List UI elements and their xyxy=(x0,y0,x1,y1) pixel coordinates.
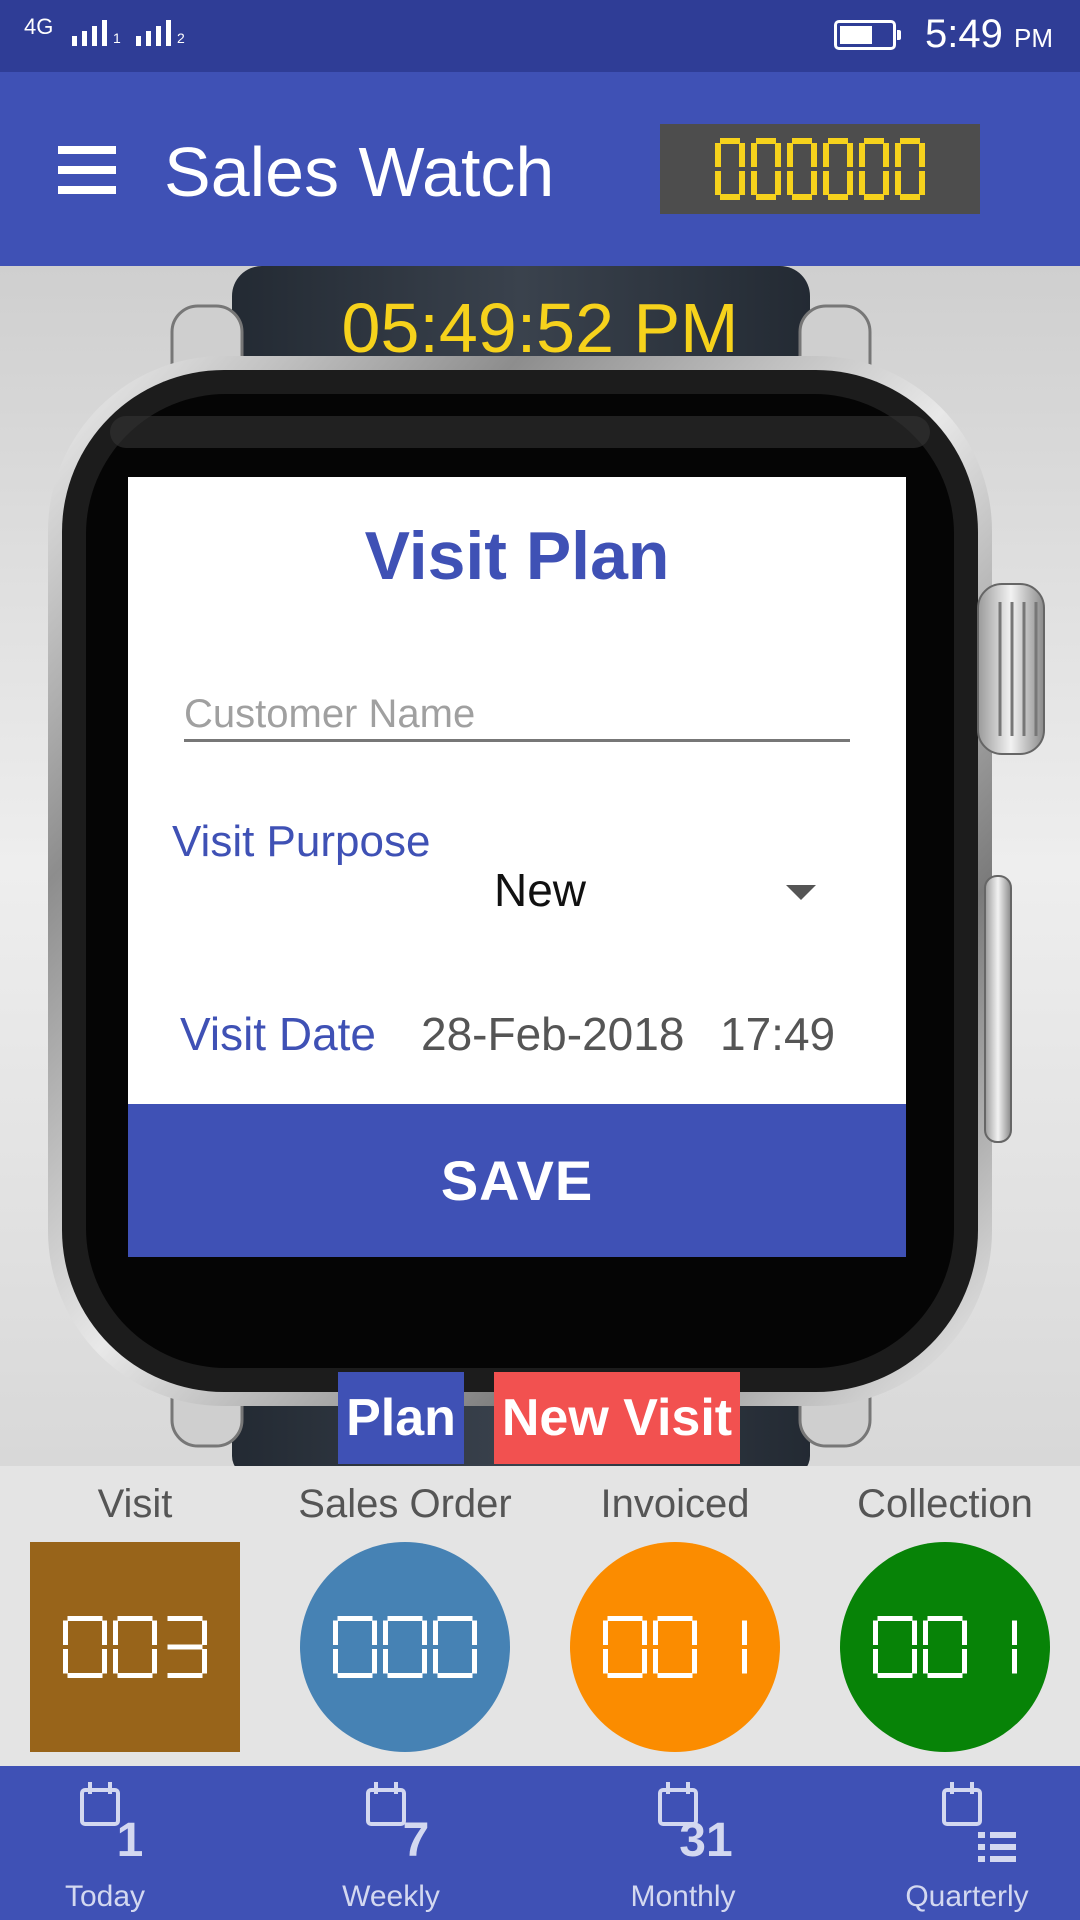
seven-segment-digit xyxy=(1012,1620,1017,1674)
seven-segment-digit xyxy=(715,138,745,200)
nav-today-label: Today xyxy=(64,1880,146,1913)
seven-segment-digit xyxy=(383,1616,427,1678)
sim2-label: 2 xyxy=(177,30,185,46)
visit-date-label: Visit Date xyxy=(180,1008,377,1060)
stat-invoiced-badge[interactable] xyxy=(570,1542,780,1752)
stat-sales-order-label: Sales Order xyxy=(298,1482,512,1526)
stat-sales-order-badge[interactable] xyxy=(300,1542,510,1752)
status-bar: 4G 1 2 5:49 PM xyxy=(0,0,1080,72)
signal-sim1-icon: 1 xyxy=(72,20,121,46)
visit-plan-title: Visit Plan xyxy=(364,518,670,594)
calendar-week-icon: 7 xyxy=(366,1782,430,1867)
seven-segment-digit xyxy=(787,138,817,200)
seven-segment-digit xyxy=(923,1616,967,1678)
dropdown-arrow-icon xyxy=(786,885,816,900)
seven-segment-digit xyxy=(433,1616,477,1678)
signal-sim2-icon: 2 xyxy=(136,20,185,46)
total-counter-value xyxy=(715,138,925,200)
nav-weekly[interactable]: 7 Weekly xyxy=(256,1766,526,1920)
seven-segment-digit xyxy=(823,138,853,200)
calendar-month-icon: 31 xyxy=(658,1782,733,1867)
app-bar: Sales Watch xyxy=(0,72,1080,266)
stat-visit-badge[interactable] xyxy=(30,1542,240,1752)
seven-segment-digit xyxy=(333,1616,377,1678)
sim1-label: 1 xyxy=(113,30,121,46)
calendar-day-icon: 1 xyxy=(80,1782,144,1867)
seven-segment-digit xyxy=(653,1616,697,1678)
main-area: 05:49:52 PM Visit Plan Visit Purpose New… xyxy=(0,266,1080,1466)
status-ampm: PM xyxy=(1013,23,1053,53)
visit-purpose-select[interactable]: New xyxy=(478,857,878,927)
stat-invoiced-label: Invoiced xyxy=(600,1482,750,1526)
calendar-list-icon xyxy=(942,1782,1016,1862)
visit-purpose-value: New xyxy=(494,864,587,916)
stat-collection-badge[interactable] xyxy=(840,1542,1050,1752)
stat-sales-order-value xyxy=(333,1616,477,1678)
nav-monthly[interactable]: 31 Monthly xyxy=(548,1766,818,1920)
seven-segment-digit xyxy=(63,1616,107,1678)
seven-segment-digit xyxy=(895,138,925,200)
seven-segment-digit xyxy=(873,1616,917,1678)
status-time: 5:49 xyxy=(925,12,1003,56)
total-counter-display xyxy=(660,124,980,214)
app-title: Sales Watch xyxy=(164,133,555,211)
new-visit-tab[interactable]: New Visit xyxy=(494,1372,740,1464)
plan-tab[interactable]: Plan xyxy=(338,1372,464,1464)
nav-weekly-label: Weekly xyxy=(342,1880,440,1913)
bottom-navigation: 1 Today 7 Weekly 31 Monthly Quarterly xyxy=(0,1766,1080,1920)
seven-segment-digit xyxy=(859,138,889,200)
seven-segment-digit xyxy=(603,1616,647,1678)
status-clock: 5:49 PM xyxy=(925,12,1053,57)
seven-segment-digit xyxy=(751,138,781,200)
stat-visit-value xyxy=(63,1616,207,1678)
stat-collection-label: Collection xyxy=(857,1482,1033,1526)
seven-segment-digit xyxy=(742,1620,747,1674)
network-type: 4G xyxy=(24,14,54,39)
battery-icon xyxy=(834,20,901,50)
nav-today[interactable]: 1 Today xyxy=(0,1766,240,1920)
seven-segment-digit xyxy=(113,1616,157,1678)
nav-quarterly[interactable]: Quarterly xyxy=(832,1766,1080,1920)
save-button[interactable]: SAVE xyxy=(128,1104,906,1257)
stat-visit-label: Visit xyxy=(97,1482,173,1526)
nav-quarterly-label: Quarterly xyxy=(905,1880,1029,1913)
stats-panel: Visit Sales Order Invoiced Collection xyxy=(0,1466,1080,1766)
nav-weekly-badge: 7 xyxy=(403,1814,430,1867)
stat-invoiced-value xyxy=(603,1616,747,1678)
customer-name-input[interactable] xyxy=(184,689,850,742)
visit-date-picker[interactable]: 28-Feb-2018 xyxy=(421,1007,684,1061)
nav-today-badge: 1 xyxy=(117,1814,144,1867)
visit-time-picker[interactable]: 17:49 xyxy=(720,1007,835,1061)
hamburger-menu-icon[interactable] xyxy=(58,146,116,194)
nav-monthly-label: Monthly xyxy=(630,1880,736,1913)
nav-monthly-badge: 31 xyxy=(679,1814,732,1867)
visit-plan-card: Visit Plan Visit Purpose New Visit Date … xyxy=(128,477,906,1257)
watch-time-display: 05:49:52 PM xyxy=(341,289,739,367)
stat-collection-value xyxy=(873,1616,1017,1678)
visit-purpose-label: Visit Purpose xyxy=(172,817,431,866)
seven-segment-digit xyxy=(167,1616,207,1678)
